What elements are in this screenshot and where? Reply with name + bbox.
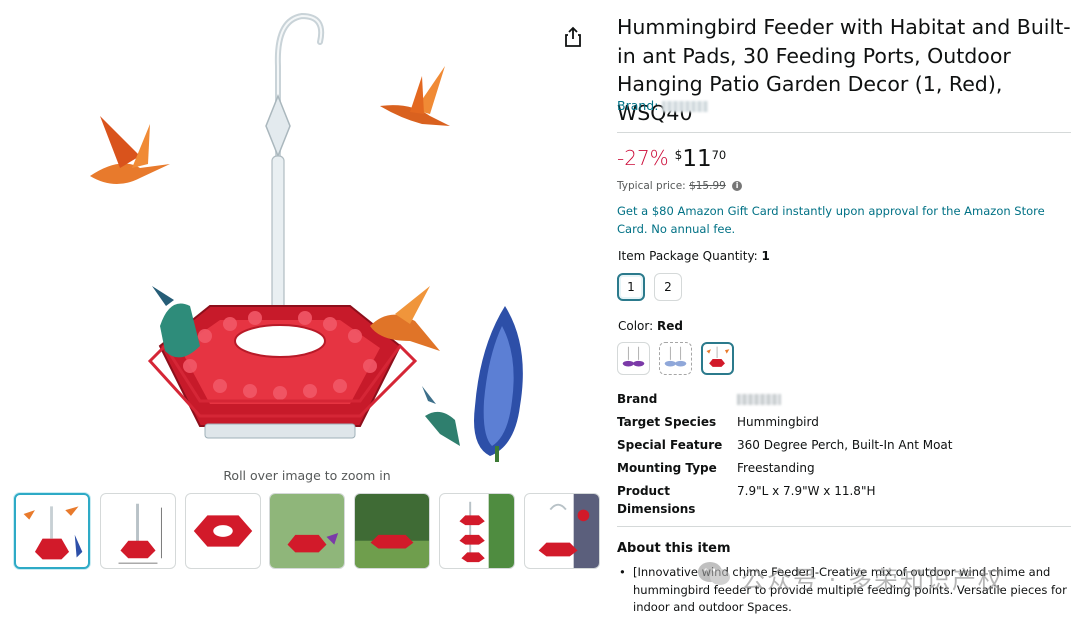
spec-value: 7.9"L x 7.9"W x 11.8"H xyxy=(737,484,876,498)
thumbnail-outdoor-icon xyxy=(355,494,429,568)
thumbnail-feeder-top-icon xyxy=(193,515,253,547)
hummingbird-left xyxy=(90,116,170,185)
hummingbird-lower xyxy=(422,386,460,446)
thumbnail-strip xyxy=(14,493,600,569)
blue-flower xyxy=(474,306,523,462)
color-swatch-purple[interactable] xyxy=(617,342,650,375)
hummingbird-top-right xyxy=(380,66,450,126)
discount-percent: -27% xyxy=(617,146,669,170)
thumbnail-3[interactable] xyxy=(185,493,261,569)
thumbnail-1[interactable] xyxy=(14,493,90,569)
hummingbird-green xyxy=(152,286,200,358)
spec-key: Product Dimensions xyxy=(617,484,696,516)
brand-label: Brand: xyxy=(617,98,659,113)
wechat-logo-icon xyxy=(698,562,730,585)
thumbnail-4[interactable] xyxy=(269,493,345,569)
color-label: Color: Red xyxy=(618,319,683,333)
spec-value: 360 Degree Perch, Built-In Ant Moat xyxy=(737,438,953,452)
typical-price: Typical price: $15.99 i xyxy=(617,180,743,192)
main-product-image[interactable] xyxy=(70,6,540,462)
spec-key: Brand xyxy=(617,392,658,406)
color-swatch-red[interactable] xyxy=(701,342,734,375)
brand-link[interactable]: Brand: xyxy=(617,98,709,113)
brand-name-redacted xyxy=(662,101,709,112)
hummingbird-feeder-image xyxy=(90,12,523,462)
price-currency: $ xyxy=(674,148,683,162)
spec-key: Mounting Type xyxy=(617,461,717,475)
brand-value-redacted xyxy=(737,394,781,405)
thumbnail-multi-feeder-icon xyxy=(459,494,514,568)
color-selected: Red xyxy=(657,319,683,333)
typical-price-value: $15.99 xyxy=(689,180,726,192)
quantity-option-1[interactable]: 1 xyxy=(617,273,645,301)
red-feeder-icon xyxy=(706,346,730,367)
typical-price-label: Typical price: xyxy=(617,180,686,192)
watermark: 公众号 · 多荣知识产权 xyxy=(697,556,1057,596)
zoom-hint: Roll over image to zoom in xyxy=(223,468,391,483)
thumbnail-2[interactable] xyxy=(100,493,176,569)
store-card-promo-link[interactable]: Get a $80 Amazon Gift Card instantly upo… xyxy=(617,202,1071,238)
watermark-text: 公众号 · 多荣知识产权 xyxy=(741,566,1004,594)
spec-key: Target Species xyxy=(617,415,717,429)
color-swatch-blue[interactable] xyxy=(659,342,692,375)
quantity-selected: 1 xyxy=(761,249,770,263)
thumbnail-feeder-birds-icon xyxy=(23,506,83,560)
color-label-text: Color: xyxy=(618,319,654,333)
quantity-label: Item Package Quantity: 1 xyxy=(618,249,770,263)
price-whole: 11 xyxy=(682,146,712,172)
thumbnail-7[interactable] xyxy=(524,493,600,569)
price-block: -27% $1170 xyxy=(617,146,726,172)
about-this-item-heading: About this item xyxy=(617,541,731,556)
share-icon[interactable] xyxy=(563,26,583,48)
thumbnail-garden-icon xyxy=(270,494,344,568)
purple-feeder-icon xyxy=(622,346,645,367)
quantity-option-2[interactable]: 2 xyxy=(654,273,682,301)
thumbnail-6[interactable] xyxy=(439,493,515,569)
price-fraction: 70 xyxy=(711,148,727,162)
divider xyxy=(617,132,1071,133)
thumbnail-5[interactable] xyxy=(354,493,430,569)
quantity-label-text: Item Package Quantity: xyxy=(618,249,758,263)
spec-key: Special Feature xyxy=(617,438,723,452)
blue-feeder-icon xyxy=(664,346,687,367)
spec-value: Hummingbird xyxy=(737,415,819,429)
spec-value xyxy=(737,390,781,408)
thumbnail-dimensions-icon xyxy=(118,503,162,564)
spec-value: Freestanding xyxy=(737,461,815,475)
divider xyxy=(617,526,1071,527)
thumbnail-hanging-icon xyxy=(538,494,599,568)
info-icon[interactable]: i xyxy=(732,181,743,191)
